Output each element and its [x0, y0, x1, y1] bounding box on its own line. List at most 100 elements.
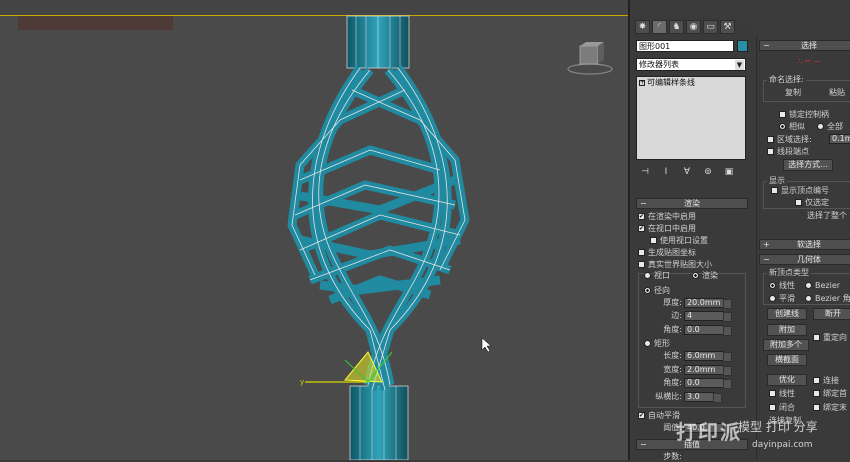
- watermark: 打印派 模型 打印 分享 dayinpai.com: [672, 416, 850, 460]
- watermark-url: dayinpai.com: [752, 440, 813, 450]
- copy-button[interactable]: 复制: [785, 87, 801, 98]
- segment-end-checkbox[interactable]: 线段端点: [767, 146, 809, 157]
- sides-spinner[interactable]: 4: [684, 311, 732, 322]
- command-panel-tabs: ✸ ◜ ♞ ◉ ▭ ⚒: [632, 18, 754, 36]
- display-tab-icon[interactable]: ▭: [703, 20, 718, 34]
- length-label: 长度:: [663, 351, 682, 360]
- width-spinner[interactable]: 2.0mm: [684, 365, 732, 376]
- area-selection-spinner[interactable]: 0.1mm: [829, 134, 850, 144]
- motion-tab-icon[interactable]: ◉: [686, 20, 701, 34]
- soft-selection-rollout-header[interactable]: + 软选择: [759, 239, 850, 250]
- create-tab-icon[interactable]: ✸: [635, 20, 650, 34]
- lock-handles-checkbox[interactable]: 锁定控制柄: [779, 109, 829, 120]
- real-world-map-checkbox[interactable]: 真实世界贴图大小: [638, 259, 712, 270]
- rectangular-radio[interactable]: 矩形: [644, 338, 670, 349]
- cross-section-button[interactable]: 横截面: [767, 354, 807, 366]
- render-rollout-header[interactable]: − 渲染: [636, 198, 748, 209]
- radial-radio-label: 径向: [654, 286, 670, 295]
- select-by-button[interactable]: 选择方式...: [783, 159, 833, 171]
- make-unique-icon[interactable]: ∀: [678, 166, 696, 178]
- thickness-spinner[interactable]: 20.0mm: [684, 298, 732, 309]
- object-color-swatch[interactable]: [737, 40, 748, 52]
- attach-multiple-button[interactable]: 附加多个: [763, 339, 809, 351]
- show-vertex-numbers-checkbox[interactable]: 显示顶点编号: [771, 185, 829, 196]
- geometry-title: 几何体: [797, 255, 821, 264]
- radial-radio[interactable]: 径向: [644, 285, 670, 296]
- smooth-radio-label: 平滑: [779, 294, 795, 303]
- modify-tab-icon[interactable]: ◜: [652, 20, 667, 34]
- all-radio[interactable]: 全部: [817, 121, 843, 132]
- perspective-viewport[interactable]: y: [0, 0, 630, 460]
- rectangular-radio-label: 矩形: [654, 339, 670, 348]
- viewport-radio[interactable]: 视口: [644, 270, 670, 281]
- angle-label: 角度:: [663, 325, 682, 334]
- utilities-tab-icon[interactable]: ⚒: [720, 20, 735, 34]
- closed-checkbox[interactable]: 闭合: [769, 402, 795, 413]
- thickness-label: 厚度:: [663, 298, 682, 307]
- aspect-spinner[interactable]: 3.0: [684, 392, 722, 403]
- reorient-label: 重定向: [823, 333, 847, 342]
- linear-radio[interactable]: 线性: [769, 280, 795, 291]
- remove-modifier-icon[interactable]: ⊚: [699, 166, 717, 178]
- bind-first-checkbox[interactable]: 绑定首: [813, 388, 847, 399]
- sides-label: 边:: [671, 311, 682, 320]
- connect-label: 连接: [823, 376, 839, 385]
- selected-only-label: 仅选定: [805, 198, 829, 207]
- alike-radio[interactable]: 相似: [779, 121, 805, 132]
- create-line-button[interactable]: 创建线: [767, 308, 807, 320]
- pin-stack-icon[interactable]: ⊣: [636, 166, 654, 178]
- angle-spinner[interactable]: 0.0: [684, 325, 732, 336]
- subobject-vertex-icon[interactable]: ∴ ⌐ ~: [797, 56, 821, 67]
- configure-modifiers-icon[interactable]: ▣: [720, 166, 738, 178]
- closed-label: 闭合: [779, 403, 795, 412]
- bind-last-label: 绑定末: [823, 403, 847, 412]
- watermark-tagline: 模型 打印 分享: [738, 420, 818, 434]
- selection-rollout-title: 选择: [801, 41, 817, 50]
- viewcube-icon[interactable]: [565, 42, 615, 76]
- width-label: 宽度:: [663, 365, 682, 374]
- watermark-logo-text: 打印派: [676, 420, 742, 444]
- all-label: 全部: [827, 122, 843, 131]
- expand-icon[interactable]: +: [639, 79, 645, 86]
- rect-angle-spinner[interactable]: 0.0: [684, 378, 732, 389]
- twisted-spline-model[interactable]: y: [0, 0, 630, 460]
- enable-in-renderer-checkbox[interactable]: ✔ 在渲染中启用: [638, 211, 696, 222]
- selection-rollout-header[interactable]: − 选择: [759, 40, 850, 51]
- bind-last-checkbox[interactable]: 绑定末: [813, 402, 847, 413]
- optimize-button[interactable]: 优化: [767, 374, 807, 386]
- area-selection-checkbox[interactable]: 区域选择:: [767, 134, 812, 145]
- bezier-radio-label: Bezier: [815, 281, 841, 290]
- stack-item-editable-spline[interactable]: + 可编辑样条线: [637, 77, 745, 88]
- generate-mapping-checkbox[interactable]: 生成贴图坐标: [638, 247, 696, 258]
- selection-info-text: 选择了整个: [807, 211, 847, 220]
- object-name-field[interactable]: 图形001: [636, 40, 734, 52]
- enable-in-viewport-checkbox[interactable]: ✔ 在视口中启用: [638, 223, 696, 234]
- smooth-radio[interactable]: 平滑: [769, 293, 795, 304]
- bind-first-label: 绑定首: [823, 389, 847, 398]
- modifier-stack[interactable]: + 可编辑样条线: [636, 76, 746, 160]
- selected-only-checkbox[interactable]: 仅选定: [795, 197, 829, 208]
- lock-handles-label: 锁定控制柄: [789, 110, 829, 119]
- modifier-list-dropdown[interactable]: 修改器列表 ▼: [636, 58, 746, 71]
- bezier-radio[interactable]: Bezier: [805, 280, 840, 291]
- mouse-cursor-icon: [481, 337, 492, 353]
- show-vertex-numbers-label: 显示顶点编号: [781, 186, 829, 195]
- attach-button[interactable]: 附加: [767, 324, 807, 336]
- geometry-rollout-header[interactable]: − 几何体: [759, 254, 850, 265]
- connect-checkbox[interactable]: 连接: [813, 375, 839, 386]
- break-button[interactable]: 断开: [813, 308, 850, 320]
- bezier-corner-radio[interactable]: Bezier 角点: [805, 293, 850, 304]
- show-end-result-icon[interactable]: I: [657, 166, 675, 178]
- paste-button[interactable]: 粘贴: [829, 87, 845, 98]
- generate-mapping-label: 生成贴图坐标: [648, 248, 696, 257]
- selection-rollout-column: − 选择 ∴ ⌐ ~ 命名选择: 复制 粘贴 锁定控制柄 相似 全部 区域选择: …: [756, 36, 850, 460]
- use-viewport-settings-checkbox[interactable]: 使用视口设置: [650, 235, 708, 246]
- linear-checkbox[interactable]: 线性: [769, 388, 795, 399]
- length-spinner[interactable]: 6.0mm: [684, 351, 732, 362]
- chevron-down-icon: ▼: [735, 60, 744, 70]
- render-radio-label: 渲染: [702, 271, 718, 280]
- render-radio[interactable]: 渲染: [692, 270, 718, 281]
- reorient-checkbox[interactable]: 重定向: [813, 332, 847, 343]
- modifier-list-label: 修改器列表: [639, 60, 679, 69]
- hierarchy-tab-icon[interactable]: ♞: [669, 20, 684, 34]
